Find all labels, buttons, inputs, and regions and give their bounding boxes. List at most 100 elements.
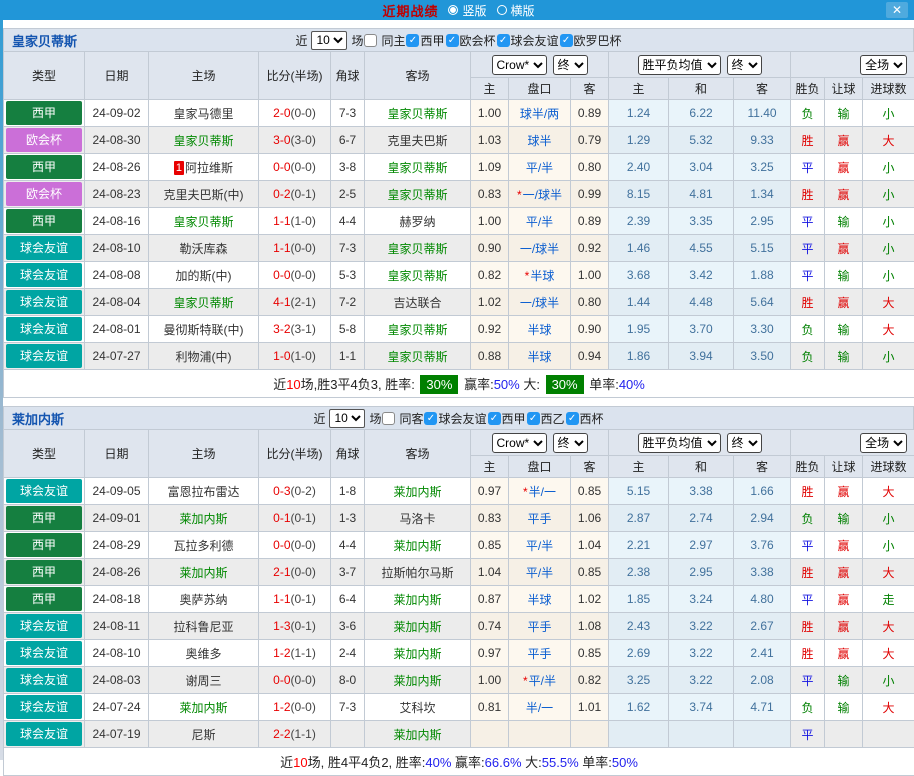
cell-goals-result: 大 [863,289,914,316]
league-checkbox[interactable]: ✓ [424,412,437,425]
cell-avg-away: 1.34 [734,181,791,208]
cell-odds-home: 1.04 [471,559,509,586]
cell-date: 24-08-01 [85,316,149,343]
home-team-name: 皇家贝蒂斯 [173,215,233,229]
summary-text: 40% [425,755,451,770]
cell-avg-home: 1.86 [609,343,669,370]
odds-final-select[interactable]: 终 [553,433,588,453]
col-type: 类型 [4,52,85,100]
cell-odds-home: 0.83 [471,505,509,532]
cell-handicap: 平手 [509,613,571,640]
handicap-live-star: * [523,674,528,688]
avg-select[interactable]: 胜平负均值 [638,433,721,453]
summary-text: 赢率: [451,755,484,770]
handicap-value: 平/半 [526,215,553,229]
cell-away-team: 莱加内斯 [365,613,471,640]
cell-avg-home: 2.38 [609,559,669,586]
score-halftime: (0-0) [291,673,316,687]
games-count-select[interactable]: 10 [329,409,365,428]
col-type: 类型 [4,430,85,478]
home-team-name: 皇家贝蒂斯 [173,134,233,148]
league-type-badge: 球会友谊 [6,263,82,287]
games-count-select[interactable]: 10 [311,31,347,50]
league-checkbox[interactable]: ✓ [527,412,540,425]
league-checkbox[interactable]: ✓ [406,34,419,47]
league-checkbox[interactable]: ✓ [488,412,501,425]
cell-result: 平 [791,235,825,262]
league-checkbox[interactable]: ✓ [497,34,510,47]
score-halftime: (2-1) [291,295,316,309]
matches-table: 类型 日期 主场 比分(半场) 角球 客场 Crow*终 胜平负均值终 全场 [3,51,914,398]
cell-result-value: 平 [802,269,814,283]
cell-score: 1-2(1-1) [259,640,331,667]
cell-handicap-result: 输 [825,694,863,721]
cell-result-value: 平 [802,215,814,229]
team-header-bar: 莱加内斯 近10场同客✓球会友谊✓西甲✓西乙✓西杯 [3,406,914,429]
odds-final-select[interactable]: 终 [553,55,588,75]
score-fulltime: 1-1 [273,592,290,606]
cell-goals-result: 小 [863,235,914,262]
radio-unselected-icon[interactable] [497,5,507,15]
handicap-value: 平手 [527,647,551,661]
radio-vertical-label: 竖版 [462,2,486,19]
cell-date: 24-08-30 [85,127,149,154]
cell-away-team: 皇家贝蒂斯 [365,154,471,181]
cell-handicap-result-value: 赢 [838,593,850,607]
cell-type: 欧会杯 [4,181,85,208]
league-type-badge: 球会友谊 [6,479,82,503]
cell-handicap: *一/球半 [509,181,571,208]
league-checkbox[interactable]: ✓ [560,34,573,47]
away-team-name: 莱加内斯 [393,485,441,499]
score-halftime: (0-1) [291,511,316,525]
cell-avg-away: 5.64 [734,289,791,316]
cell-goals-result: 大 [863,316,914,343]
home-team-name: 奥萨苏纳 [179,593,227,607]
close-icon[interactable]: ✕ [886,2,908,18]
cell-date: 24-08-10 [85,235,149,262]
cell-home-team: 加的斯(中) [149,262,259,289]
cell-score: 1-3(0-1) [259,613,331,640]
league-checkbox[interactable]: ✓ [446,34,459,47]
cell-score: 0-0(0-0) [259,532,331,559]
cell-result: 平 [791,208,825,235]
league-checkbox[interactable]: ✓ [566,412,579,425]
league-type-badge: 球会友谊 [6,668,82,692]
scope-select[interactable]: 全场 [860,55,907,75]
cell-odds-away: 1.04 [571,532,609,559]
cell-avg-home: 1.29 [609,127,669,154]
cell-home-team: 莱加内斯 [149,694,259,721]
summary-text: 赢率: [460,377,493,392]
league-type-badge: 球会友谊 [6,290,82,314]
avg-final-select[interactable]: 终 [727,433,762,453]
avg-select[interactable]: 胜平负均值 [638,55,721,75]
home-team-name: 莱加内斯 [179,701,227,715]
cell-score: 3-2(3-1) [259,316,331,343]
cell-odds-away: 0.90 [571,316,609,343]
match-row: 欧会杯24-08-23克里夫巴斯(中)0-2(0-1)2-5皇家贝蒂斯0.83*… [4,181,914,208]
col-handicap: 盘口 [509,78,571,100]
match-row: 欧会杯24-08-30皇家贝蒂斯3-0(3-0)6-7克里夫巴斯1.03球半0.… [4,127,914,154]
cell-result: 胜 [791,478,825,505]
avg-final-select[interactable]: 终 [727,55,762,75]
same-venue-checkbox[interactable] [382,412,395,425]
score-halftime: (0-1) [291,187,316,201]
avg-group-header: 胜平负均值终 [609,52,791,78]
away-team-name: 皇家贝蒂斯 [387,350,447,364]
same-venue-checkbox[interactable] [364,34,377,47]
summary-text: 50% [494,377,520,392]
cell-handicap-result: 赢 [825,586,863,613]
cell-result-value: 负 [802,323,814,337]
scope-select[interactable]: 全场 [860,433,907,453]
score-fulltime: 0-0 [273,160,290,174]
cell-away-team: 拉斯帕尔马斯 [365,559,471,586]
bookmaker-select[interactable]: Crow* [492,55,547,75]
cell-corner: 5-8 [331,316,365,343]
radio-selected-icon[interactable] [448,5,458,15]
layout-radio-horizontal[interactable]: 横版 [489,2,535,19]
bookmaker-select[interactable]: Crow* [492,433,547,453]
cell-home-team: 富恩拉布雷达 [149,478,259,505]
cell-home-team: 皇家贝蒂斯 [149,289,259,316]
cell-avg-draw: 4.55 [669,235,734,262]
layout-radio-vertical[interactable]: 竖版 [440,2,486,19]
home-team-name: 勒沃库森 [179,242,227,256]
